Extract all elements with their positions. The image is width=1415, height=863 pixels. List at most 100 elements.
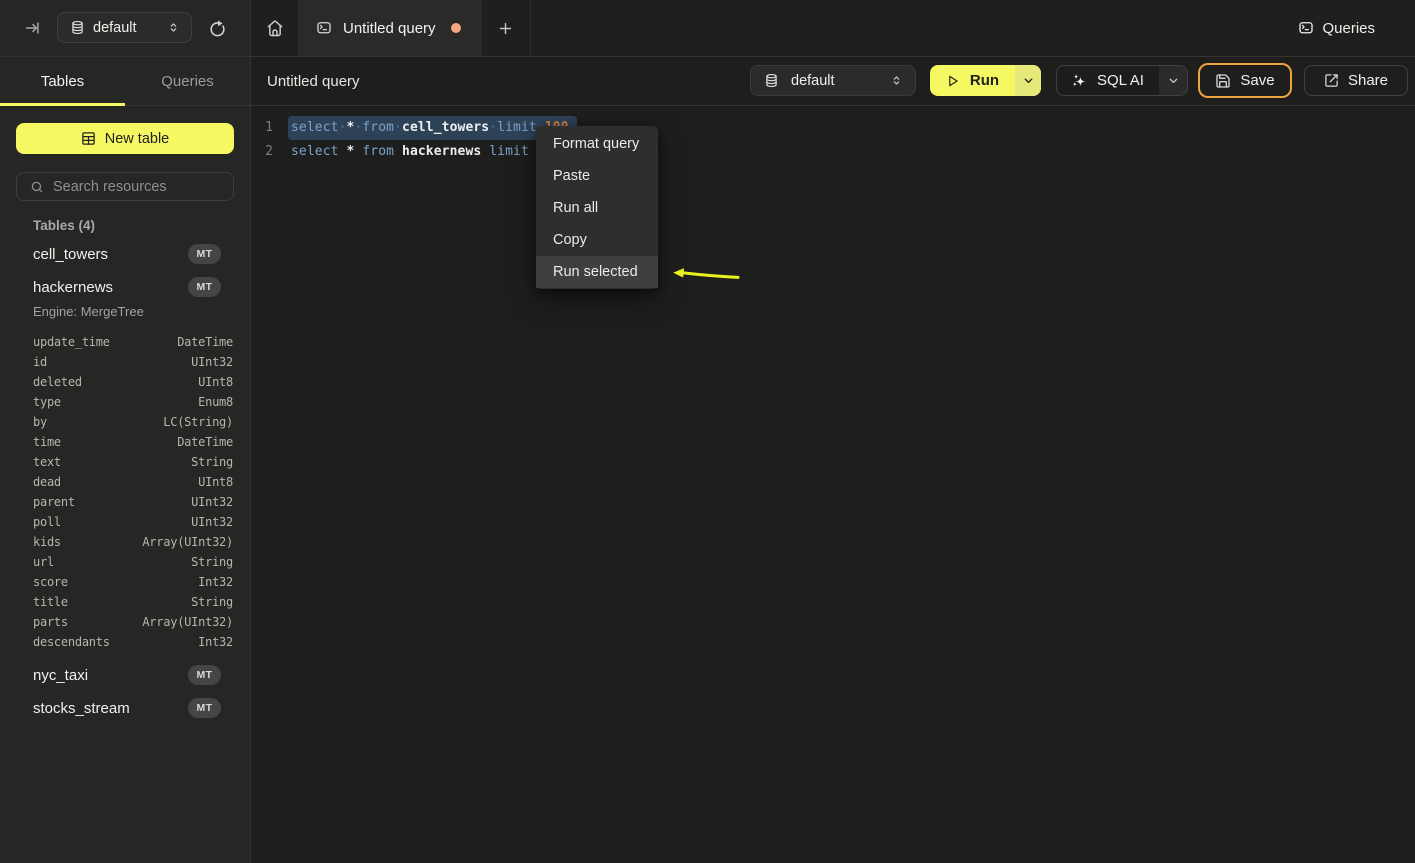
run-button-group: Run xyxy=(930,65,1041,96)
run-options-button[interactable] xyxy=(1015,65,1041,96)
column-row-parent[interactable]: parentUInt32 xyxy=(0,492,250,512)
queries-button[interactable]: Queries xyxy=(1298,0,1375,56)
query-tab[interactable]: Untitled query xyxy=(298,0,482,56)
table-engine-badge: MT xyxy=(188,244,221,264)
database-icon xyxy=(765,73,778,88)
top-bar-left-section: default xyxy=(0,0,251,56)
column-row-title[interactable]: titleString xyxy=(0,592,250,612)
token-kw: limit xyxy=(489,144,529,159)
share-button-label: Share xyxy=(1348,72,1388,89)
column-name: deleted xyxy=(33,375,82,389)
new-table-label: New table xyxy=(105,131,169,147)
tables-section-label: Tables (4) xyxy=(0,216,250,236)
column-type: DateTime xyxy=(177,335,233,349)
column-row-url[interactable]: urlString xyxy=(0,552,250,572)
toolbar-database-selector[interactable]: default xyxy=(750,65,916,96)
column-name: descendants xyxy=(33,635,110,649)
token-kw: select xyxy=(291,144,339,159)
table-row-cell_towers[interactable]: cell_towersMT xyxy=(0,244,250,264)
column-row-score[interactable]: scoreInt32 xyxy=(0,572,250,592)
context-menu-item-paste[interactable]: Paste xyxy=(536,160,658,192)
column-type: Int32 xyxy=(198,635,233,649)
sql-ai-button[interactable]: SQL AI xyxy=(1057,66,1159,95)
tab-title: Untitled query xyxy=(343,20,451,37)
code-line-2[interactable]: 2select * from hackernews limit xyxy=(251,140,1415,164)
terminal-square-icon xyxy=(316,21,332,35)
column-type: UInt32 xyxy=(191,495,233,509)
topbar-separator xyxy=(530,0,531,56)
column-type: Array(UInt32) xyxy=(142,535,233,549)
table-row-nyc_taxi[interactable]: nyc_taxiMT xyxy=(0,665,250,685)
column-row-type[interactable]: typeEnum8 xyxy=(0,392,250,412)
context-menu-item-run-all[interactable]: Run all xyxy=(536,192,658,224)
column-name: by xyxy=(33,415,47,429)
new-table-button[interactable]: New table xyxy=(16,123,234,154)
terminal-square-icon xyxy=(1298,21,1314,35)
column-type: Int32 xyxy=(198,575,233,589)
column-row-time[interactable]: timeDateTime xyxy=(0,432,250,452)
run-button[interactable]: Run xyxy=(930,65,1015,96)
table-name: cell_towers xyxy=(33,246,188,263)
column-type: UInt32 xyxy=(191,355,233,369)
column-type: LC(String) xyxy=(163,415,233,429)
sparkles-icon xyxy=(1072,73,1087,88)
code-text: select·*·from·cell_towers·limit·100· xyxy=(291,116,576,140)
search-input[interactable] xyxy=(53,179,240,195)
table-engine-badge: MT xyxy=(188,698,221,718)
column-row-deleted[interactable]: deletedUInt8 xyxy=(0,372,250,392)
column-type: String xyxy=(191,455,233,469)
column-row-poll[interactable]: pollUInt32 xyxy=(0,512,250,532)
column-name: parts xyxy=(33,615,68,629)
topbar-database-value: default xyxy=(93,20,167,36)
column-row-text[interactable]: textString xyxy=(0,452,250,472)
column-row-update_time[interactable]: update_timeDateTime xyxy=(0,332,250,352)
column-name: type xyxy=(33,395,61,409)
home-button[interactable] xyxy=(251,0,298,56)
share-button[interactable]: Share xyxy=(1304,65,1408,96)
table-row-hackernews[interactable]: hackernewsMT xyxy=(0,277,250,297)
context-menu-item-run-selected[interactable]: Run selected xyxy=(536,256,658,288)
code-text: select * from hackernews limit xyxy=(291,140,529,164)
sql-ai-button-group: SQL AI xyxy=(1056,65,1188,96)
column-row-kids[interactable]: kidsArray(UInt32) xyxy=(0,532,250,552)
query-toolbar: Untitled query default Run SQL AI xyxy=(251,57,1415,106)
token-ws: · xyxy=(339,120,347,135)
share-icon xyxy=(1324,73,1339,88)
column-name: time xyxy=(33,435,61,449)
column-row-dead[interactable]: deadUInt8 xyxy=(0,472,250,492)
topbar-database-selector[interactable]: default xyxy=(57,12,192,43)
refresh-button[interactable] xyxy=(208,19,226,37)
sidebar: Tables Queries New table Tables (4) cell… xyxy=(0,57,251,863)
chevrons-up-down-icon xyxy=(890,74,903,87)
sidebar-collapse-button[interactable] xyxy=(24,19,42,37)
new-tab-button[interactable] xyxy=(488,0,523,56)
sql-editor[interactable]: 1select·*·from·cell_towers·limit·100·2se… xyxy=(251,107,1415,863)
table-engine-label: Engine: MergeTree xyxy=(0,303,250,321)
column-row-id[interactable]: idUInt32 xyxy=(0,352,250,372)
table-row-stocks_stream[interactable]: stocks_streamMT xyxy=(0,698,250,718)
home-icon xyxy=(265,18,285,38)
plus-icon xyxy=(497,20,514,37)
main-panel: Untitled query default Run SQL AI xyxy=(251,57,1415,863)
token-kw: from xyxy=(362,120,394,135)
sql-ai-options-button[interactable] xyxy=(1159,66,1187,95)
column-row-descendants[interactable]: descendants Int32 xyxy=(0,632,250,652)
tables-list: Tables (4) cell_towersMThackernewsMTEngi… xyxy=(0,216,250,718)
sidebar-tab-tables[interactable]: Tables xyxy=(0,57,125,105)
code-line-1[interactable]: 1select·*·from·cell_towers·limit·100· xyxy=(251,116,1415,140)
line-number: 1 xyxy=(251,116,273,140)
chevrons-up-down-icon xyxy=(167,21,180,34)
save-icon xyxy=(1215,73,1231,89)
sidebar-tab-queries[interactable]: Queries xyxy=(125,57,250,105)
arrow-right-to-line-icon xyxy=(24,19,42,37)
token-ws: · xyxy=(489,120,497,135)
column-row-parts[interactable]: partsArray(UInt32) xyxy=(0,612,250,632)
column-row-by[interactable]: by LC(String) xyxy=(0,412,250,432)
save-button[interactable]: Save xyxy=(1198,63,1292,98)
play-icon xyxy=(946,74,960,88)
context-menu-item-format-query[interactable]: Format query xyxy=(536,128,658,160)
column-type: UInt8 xyxy=(198,475,233,489)
token-kw: select xyxy=(291,120,339,135)
context-menu-item-copy[interactable]: Copy xyxy=(536,224,658,256)
save-button-label: Save xyxy=(1240,72,1274,89)
